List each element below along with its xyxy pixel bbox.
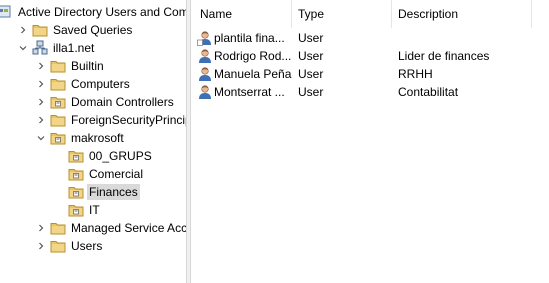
column-divider[interactable] — [531, 0, 532, 28]
ou-folder-icon — [68, 166, 84, 182]
folder-icon — [32, 22, 48, 38]
ou-folder-icon — [68, 148, 84, 164]
cell-name: Rodrigo Rod... — [214, 49, 292, 63]
cell-name: Manuela Peña — [214, 67, 292, 81]
expand-chevron-icon[interactable] — [36, 93, 46, 111]
expand-chevron-icon[interactable] — [36, 111, 46, 129]
list-row[interactable]: Rodrigo Rod... User Lider de finances — [191, 47, 549, 65]
cell-type: User — [298, 31, 324, 45]
folder-icon — [50, 112, 66, 128]
user-icon — [197, 84, 213, 100]
expand-chevron-icon[interactable] — [36, 237, 46, 255]
ad-console-icon — [0, 4, 12, 20]
template-user-icon — [197, 30, 213, 46]
cell-type: User — [298, 85, 324, 99]
cell-description — [398, 29, 538, 47]
cell-description: Lider de finances — [398, 49, 490, 63]
cell-type: User — [298, 67, 324, 81]
tree-item-label: Computers — [71, 77, 130, 91]
column-header-type[interactable]: Type — [292, 0, 392, 28]
column-header-description[interactable]: Description — [392, 0, 532, 28]
list-header: Name Type Description — [191, 0, 549, 28]
folder-icon — [50, 76, 66, 92]
tree-item-makrosoft[interactable]: makrosoft — [0, 129, 186, 147]
cell-name: plantila fina... — [214, 31, 285, 45]
tree-item-label: Domain Controllers — [71, 95, 174, 109]
ou-folder-icon — [68, 184, 84, 200]
folder-icon — [50, 220, 66, 236]
tree-item-00-grups[interactable]: 00_GRUPS — [0, 147, 186, 165]
cell-name: Montserrat ... — [214, 85, 285, 99]
tree-item-label: Users — [71, 239, 103, 253]
cell-description: RRHH — [398, 67, 433, 81]
list-row[interactable]: plantila fina... User — [191, 29, 549, 47]
tree-item-label: IT — [89, 203, 100, 217]
console-tree: Active Directory Users and Com Saved Que… — [0, 0, 186, 283]
collapse-chevron-icon[interactable] — [36, 129, 46, 147]
domain-icon — [32, 40, 48, 56]
tree-item-domain-controllers[interactable]: Domain Controllers — [0, 93, 186, 111]
user-icon — [197, 66, 213, 82]
tree-item-foreignsecurityprincipals[interactable]: ForeignSecurityPrincipals — [0, 111, 186, 129]
tree-item-it[interactable]: IT — [0, 201, 186, 219]
tree-item-managed-service-accour[interactable]: Managed Service Accour — [0, 219, 186, 237]
details-pane: Name Type Description plantila fina... Us… — [191, 0, 549, 283]
tree-item-finances[interactable]: Finances — [0, 183, 186, 201]
list-row[interactable]: Manuela Peña User RRHH — [191, 65, 549, 83]
tree-item-users[interactable]: Users — [0, 237, 186, 255]
folder-icon — [50, 238, 66, 254]
collapse-chevron-icon[interactable] — [18, 39, 28, 57]
tree-item-label: makrosoft — [71, 131, 124, 145]
tree-item-illa1-net[interactable]: illa1.net — [0, 39, 186, 57]
expand-chevron-icon[interactable] — [36, 57, 46, 75]
expand-chevron-icon[interactable] — [36, 75, 46, 93]
list-row[interactable]: Montserrat ... User Contabilitat — [191, 83, 549, 101]
tree-item-comercial[interactable]: Comercial — [0, 165, 186, 183]
expand-chevron-icon[interactable] — [18, 21, 28, 39]
folder-icon — [50, 58, 66, 74]
cell-type: User — [298, 49, 324, 63]
tree-item-saved-queries[interactable]: Saved Queries — [0, 21, 186, 39]
column-header-name[interactable]: Name — [194, 0, 291, 28]
tree-item-builtin[interactable]: Builtin — [0, 57, 186, 75]
tree-item-label: Builtin — [71, 59, 104, 73]
tree-item-computers[interactable]: Computers — [0, 75, 186, 93]
ou-folder-icon — [50, 94, 66, 110]
tree-root-label: Active Directory Users and Com — [18, 5, 186, 19]
tree-item-label: Finances — [87, 184, 140, 200]
ou-folder-icon — [68, 202, 84, 218]
tree-item-label: ForeignSecurityPrincipals — [71, 113, 186, 127]
tree-item-label: illa1.net — [53, 41, 95, 55]
cell-description: Contabilitat — [398, 85, 459, 99]
user-icon — [197, 48, 213, 64]
expand-chevron-icon[interactable] — [36, 219, 46, 237]
ou-folder-icon — [50, 130, 66, 146]
tree-item-label: 00_GRUPS — [89, 149, 152, 163]
tree-item-label: Managed Service Accour — [71, 221, 186, 235]
tree-item-label: Saved Queries — [53, 23, 133, 37]
tree-item-label: Comercial — [89, 167, 144, 181]
